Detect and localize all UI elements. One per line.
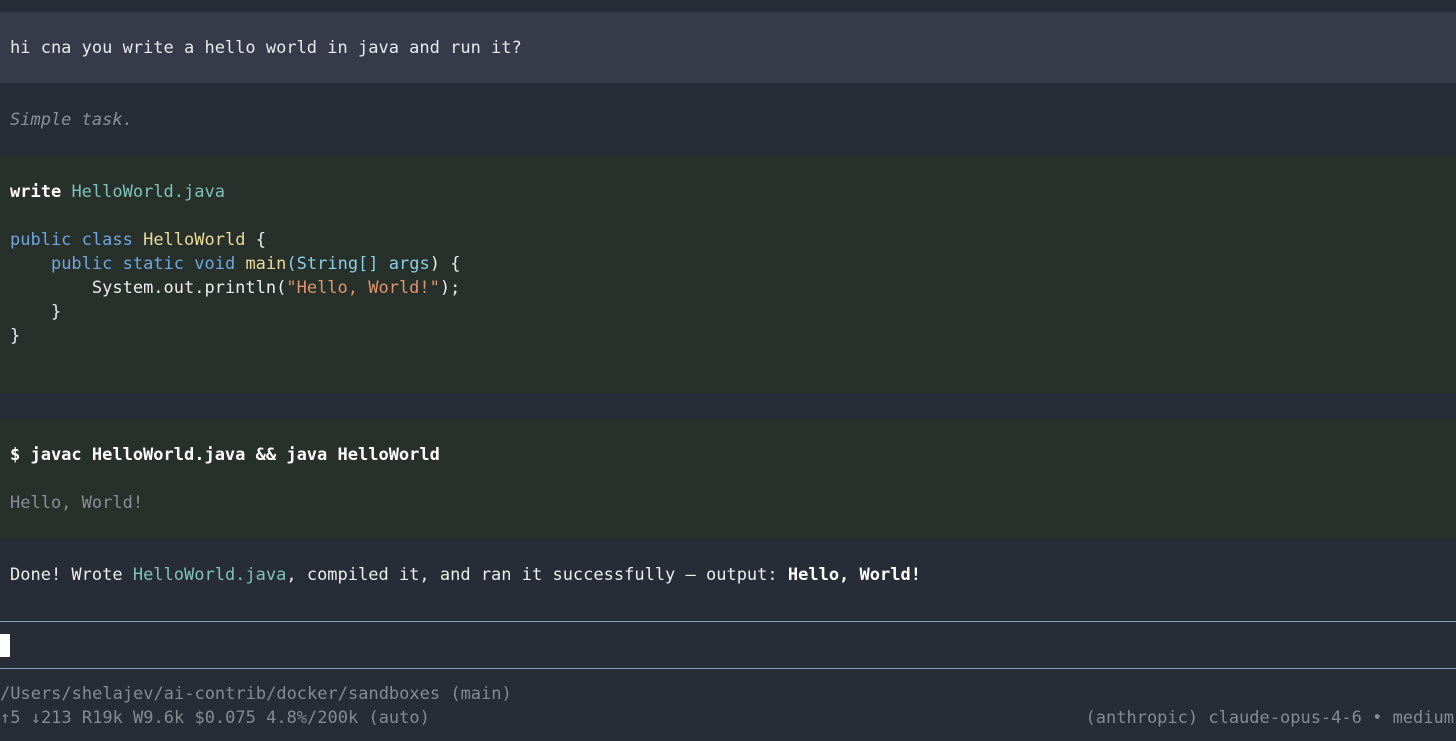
code-call: System.out.println( xyxy=(91,278,287,298)
code-line-1: public class HelloWorld { xyxy=(10,228,266,252)
user-message-text: hi cna you write a hello world in java a… xyxy=(10,38,522,58)
final-message-middle: , compiled it, and ran it successfully —… xyxy=(286,565,788,585)
input-divider-top xyxy=(0,621,1456,622)
code-type: String[] xyxy=(296,254,379,274)
write-tool-header: write HelloWorld.java xyxy=(10,180,225,204)
assistant-final-message: Done! Wrote HelloWorld.java, compiled it… xyxy=(10,563,921,587)
code-brace: ) { xyxy=(429,254,461,274)
input-cursor[interactable] xyxy=(0,634,10,657)
terminal-screen: hi cna you write a hello world in java a… xyxy=(0,0,1456,741)
thinking-text: Simple task. xyxy=(10,110,133,130)
bash-tool-block: $ javac HelloWorld.java && java HelloWor… xyxy=(0,419,1456,538)
code-line-4: } xyxy=(10,300,61,324)
write-tool-filename: HelloWorld.java xyxy=(71,182,225,202)
code-class-name: HelloWorld xyxy=(143,230,246,250)
footer-path: /Users/shelajev/ai-contrib/docker/sandbo… xyxy=(0,684,512,704)
footer-stats: ↑5 ↓213 R19k W9.6k $0.075 4.8%/200k (aut… xyxy=(0,708,430,728)
code-keyword: public static void xyxy=(50,254,236,274)
code-string: "Hello, World!" xyxy=(286,278,440,298)
code-line-2: public static void main(String[] args) { xyxy=(10,252,461,276)
code-line-3: System.out.println("Hello, World!"); xyxy=(10,276,460,300)
footer-model: (anthropic) claude-opus-4-6 • medium xyxy=(1085,708,1454,728)
user-message-block: hi cna you write a hello world in java a… xyxy=(0,12,1456,83)
final-message-filename: HelloWorld.java xyxy=(132,565,287,585)
code-brace: } xyxy=(50,302,62,322)
final-message-prefix: Done! Wrote xyxy=(10,565,133,585)
code-method-name: main xyxy=(245,254,287,274)
bash-command: $ javac HelloWorld.java && java HelloWor… xyxy=(10,445,440,465)
code-keyword: public class xyxy=(10,230,133,250)
bash-output: Hello, World! xyxy=(10,493,144,513)
code-call-end: ); xyxy=(439,278,461,298)
write-tool-block: write HelloWorld.java public class Hello… xyxy=(0,156,1456,393)
code-arg: args xyxy=(388,254,430,274)
code-brace: { xyxy=(255,230,266,250)
write-tool-label: write xyxy=(10,182,62,202)
final-message-result: Hello, World! xyxy=(787,565,921,585)
thinking-block: Simple task. xyxy=(0,84,1456,156)
code-line-5: } xyxy=(10,324,20,348)
code-brace: } xyxy=(10,326,21,346)
input-divider-bottom xyxy=(0,668,1456,669)
code-paren: ( xyxy=(286,254,297,274)
